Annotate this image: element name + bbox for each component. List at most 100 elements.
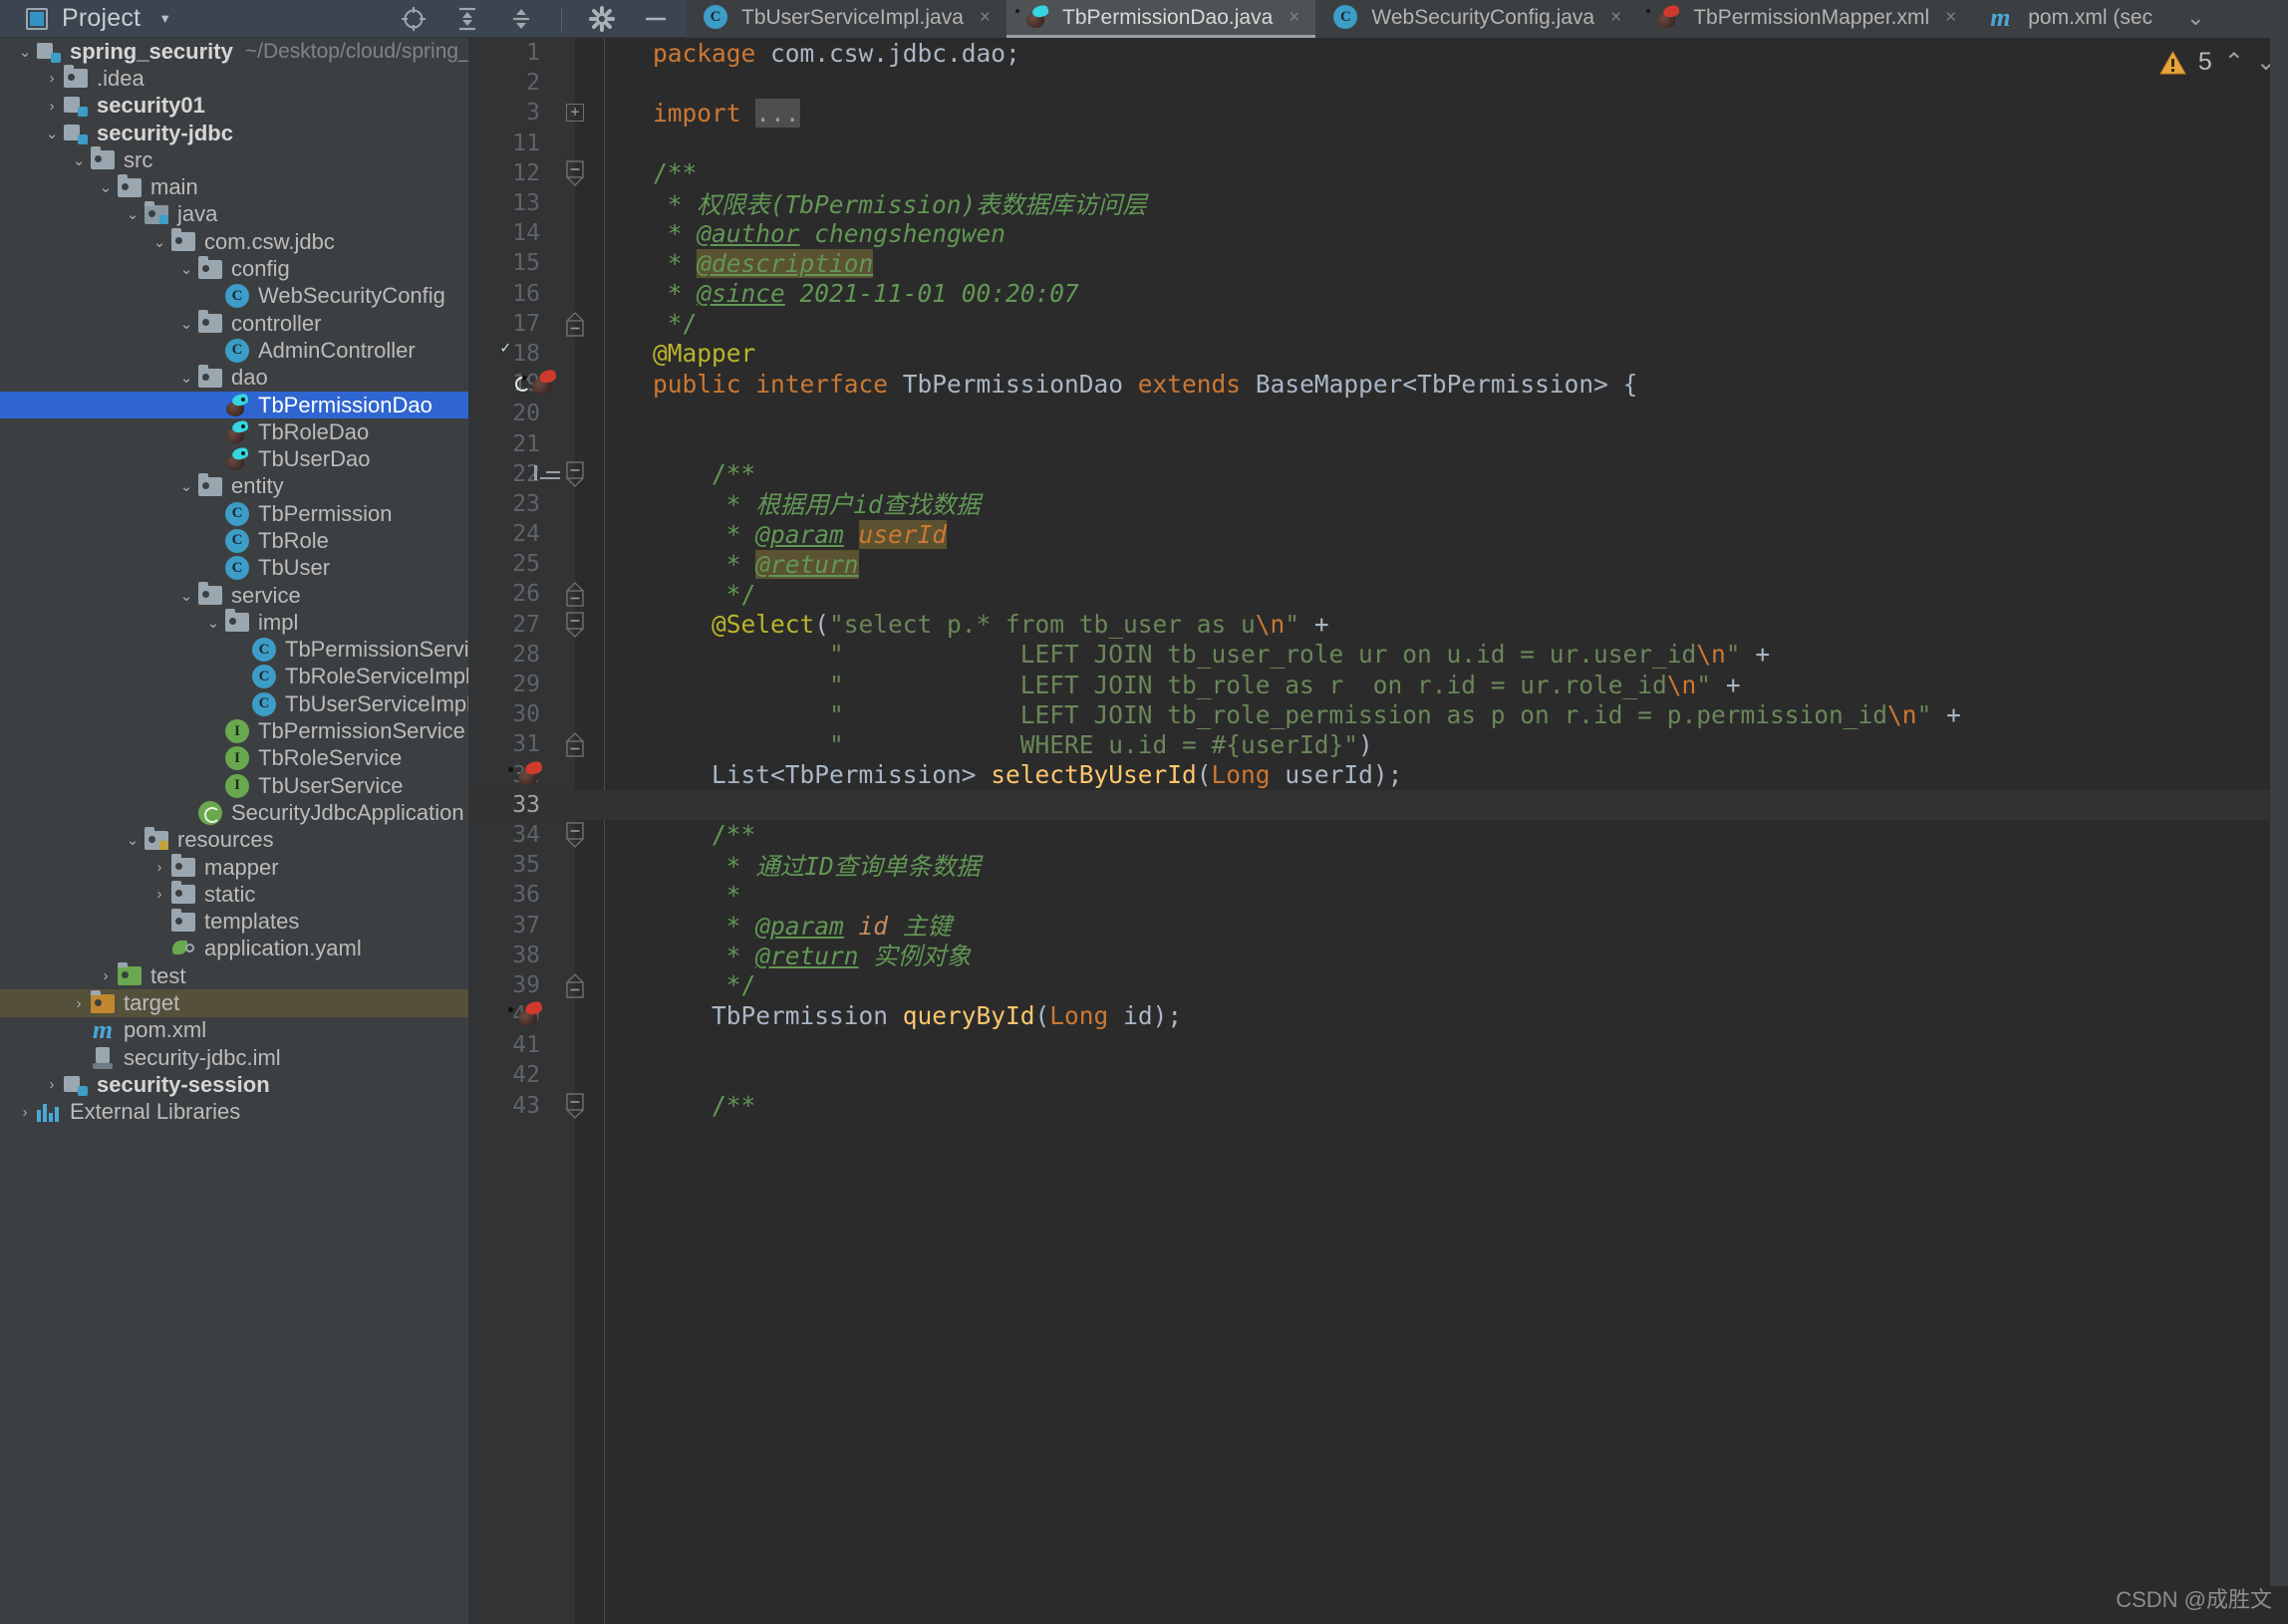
code-line[interactable]: 41 — [468, 1030, 2288, 1060]
chevron-down-icon[interactable]: ▼ — [158, 11, 171, 26]
code-line[interactable]: 26 */ — [468, 579, 2288, 609]
code-line[interactable]: 1package com.csw.jdbc.dao; — [468, 38, 2288, 68]
tree-item[interactable]: CTbPermission — [0, 500, 468, 527]
fold-collapse-icon[interactable] — [566, 461, 584, 487]
editor-tab-1[interactable]: TbPermissionDao.java× — [1006, 0, 1315, 38]
tree-item[interactable]: CTbUser — [0, 555, 468, 582]
tree-item[interactable]: ⌄main — [0, 173, 468, 200]
tree-item-selected[interactable]: TbPermissionDao — [0, 392, 468, 418]
code-line[interactable]: 29 " LEFT JOIN tb_role as r on r.id = ur… — [468, 670, 2288, 699]
tree-item[interactable]: CTbRoleServiceImpl — [0, 664, 468, 690]
chevron-down-icon[interactable]: ⌄ — [175, 473, 197, 500]
chevron-right-icon[interactable]: › — [14, 1099, 36, 1126]
tabs-overflow-button[interactable]: ⌄ — [2168, 0, 2220, 38]
tree-item[interactable]: CTbPermissionServiceImpl — [0, 637, 468, 664]
expand-all-icon[interactable] — [453, 5, 481, 33]
code-line[interactable]: 3import ...+ — [468, 98, 2288, 128]
code-line[interactable]: 42 — [468, 1060, 2288, 1090]
code-line[interactable]: 24 * @param userId — [468, 519, 2288, 549]
code-line[interactable]: 40 TbPermission queryById(Long id); — [468, 1000, 2288, 1030]
chevron-right-icon[interactable]: › — [41, 93, 63, 120]
code-line[interactable]: 25 * @return — [468, 549, 2288, 579]
close-icon[interactable]: × — [1288, 7, 1299, 29]
tree-item[interactable]: application.yaml — [0, 936, 468, 962]
code-line[interactable]: 20 — [468, 399, 2288, 428]
chevron-up-icon[interactable]: ⌃ — [2224, 48, 2244, 77]
code-line[interactable]: 37 * @param id 主键 — [468, 910, 2288, 940]
tree-item[interactable]: CTbRole — [0, 527, 468, 554]
tree-item[interactable]: ⌄resources — [0, 827, 468, 854]
locate-icon[interactable] — [400, 5, 428, 33]
settings-gear-icon[interactable] — [588, 5, 616, 33]
tree-item[interactable]: ITbPermissionService — [0, 717, 468, 744]
tree-item[interactable]: security-jdbc.iml — [0, 1044, 468, 1071]
fold-expand-icon[interactable]: + — [566, 104, 584, 122]
tree-item[interactable]: ›.idea — [0, 65, 468, 92]
tree-item[interactable]: ›mapper — [0, 854, 468, 881]
fold-collapse-icon[interactable] — [566, 1093, 584, 1119]
fold-end-icon[interactable] — [566, 581, 584, 607]
tree-item[interactable]: ITbRoleService — [0, 745, 468, 772]
chevron-right-icon[interactable]: › — [41, 1071, 63, 1098]
code-line[interactable]: 15 * @description — [468, 248, 2288, 278]
code-line[interactable]: 30 " LEFT JOIN tb_role_permission as p o… — [468, 699, 2288, 729]
code-line[interactable]: 22 /** — [468, 459, 2288, 489]
code-line[interactable]: 35 * 通过ID查询单条数据 — [468, 850, 2288, 880]
collapse-all-icon[interactable] — [507, 5, 535, 33]
tree-item[interactable]: ›security-session — [0, 1071, 468, 1098]
chevron-right-icon[interactable]: › — [148, 854, 170, 881]
code-line[interactable]: 16 * @since 2021-11-01 00:20:07 — [468, 279, 2288, 309]
fold-collapse-icon[interactable] — [566, 612, 584, 638]
tree-item[interactable]: ⌄impl — [0, 609, 468, 636]
code-line[interactable]: 19public interface TbPermissionDao exten… — [468, 369, 2288, 399]
close-icon[interactable]: × — [980, 7, 991, 29]
code-line[interactable]: 18@Mapper✓ — [468, 339, 2288, 369]
tree-item[interactable]: ⌄config — [0, 255, 468, 282]
code-line[interactable]: 38 * @return 实例对象 — [468, 941, 2288, 970]
chevron-right-icon[interactable]: › — [68, 990, 90, 1017]
tree-item[interactable]: ›static — [0, 881, 468, 908]
mybatis-gutter-icon[interactable] — [530, 371, 558, 397]
code-line[interactable]: 12/** — [468, 158, 2288, 188]
chevron-down-icon[interactable]: ⌄ — [122, 827, 143, 854]
tree-item[interactable]: ›test — [0, 962, 468, 989]
code-line[interactable]: 28 " LEFT JOIN tb_user_role ur on u.id =… — [468, 640, 2288, 670]
tree-item[interactable]: ⌄com.csw.jdbc — [0, 228, 468, 255]
chevron-down-icon[interactable]: ⌄ — [175, 256, 197, 283]
code-editor[interactable]: 1package com.csw.jdbc.dao;23import ...+1… — [468, 38, 2288, 1624]
tree-item[interactable]: CWebSecurityConfig — [0, 283, 468, 310]
chevron-right-icon[interactable]: › — [41, 65, 63, 92]
tree-item[interactable]: ›security01 — [0, 93, 468, 120]
code-line[interactable]: 21 — [468, 428, 2288, 458]
tree-item[interactable]: TbUserDao — [0, 445, 468, 472]
chevron-down-icon[interactable]: ⌄ — [68, 146, 90, 173]
tree-item[interactable]: mpom.xml — [0, 1017, 468, 1044]
chevron-down-icon[interactable]: ⌄ — [148, 228, 170, 255]
tree-item[interactable]: ›External Libraries — [0, 1099, 468, 1126]
chevron-down-icon[interactable]: ⌄ — [175, 365, 197, 392]
project-tree[interactable]: ⌄spring_security~/Desktop/cloud/spring_s… — [0, 38, 468, 1624]
run-gutter-icon[interactable]: ✓ — [508, 341, 536, 367]
chevron-down-icon[interactable]: ⌄ — [14, 38, 36, 65]
chevron-down-icon[interactable]: ⌄ — [175, 310, 197, 337]
tree-item[interactable]: ⌄dao — [0, 365, 468, 392]
chevron-right-icon[interactable]: › — [148, 881, 170, 908]
editor-tab-3[interactable]: TbPermissionMapper.xml× — [1637, 0, 1972, 38]
close-icon[interactable]: × — [1945, 7, 1956, 29]
inspection-widget[interactable]: 5 ⌃ ⌄ — [2159, 48, 2276, 77]
mybatis-gutter-icon[interactable] — [516, 1002, 544, 1028]
hide-panel-icon[interactable] — [642, 5, 670, 33]
code-line[interactable]: 11 — [468, 129, 2288, 158]
code-line[interactable]: 39 */ — [468, 970, 2288, 1000]
tree-item[interactable]: ⌄service — [0, 582, 468, 609]
code-line[interactable]: 34 /** — [468, 820, 2288, 850]
tree-item[interactable]: ⌄java — [0, 201, 468, 228]
code-line[interactable]: 23 * 根据用户id查找数据 — [468, 489, 2288, 519]
code-line[interactable]: 27 @Select("select p.* from tb_user as u… — [468, 610, 2288, 640]
code-line[interactable]: 43 /** — [468, 1091, 2288, 1121]
fold-end-icon[interactable] — [566, 731, 584, 757]
code-line[interactable]: 31 " WHERE u.id = #{userId}") — [468, 729, 2288, 759]
tree-item[interactable]: SecurityJdbcApplication — [0, 799, 468, 826]
tree-item[interactable]: ⌄src — [0, 146, 468, 173]
code-line[interactable]: 13 * 权限表(TbPermission)表数据库访问层 — [468, 188, 2288, 218]
